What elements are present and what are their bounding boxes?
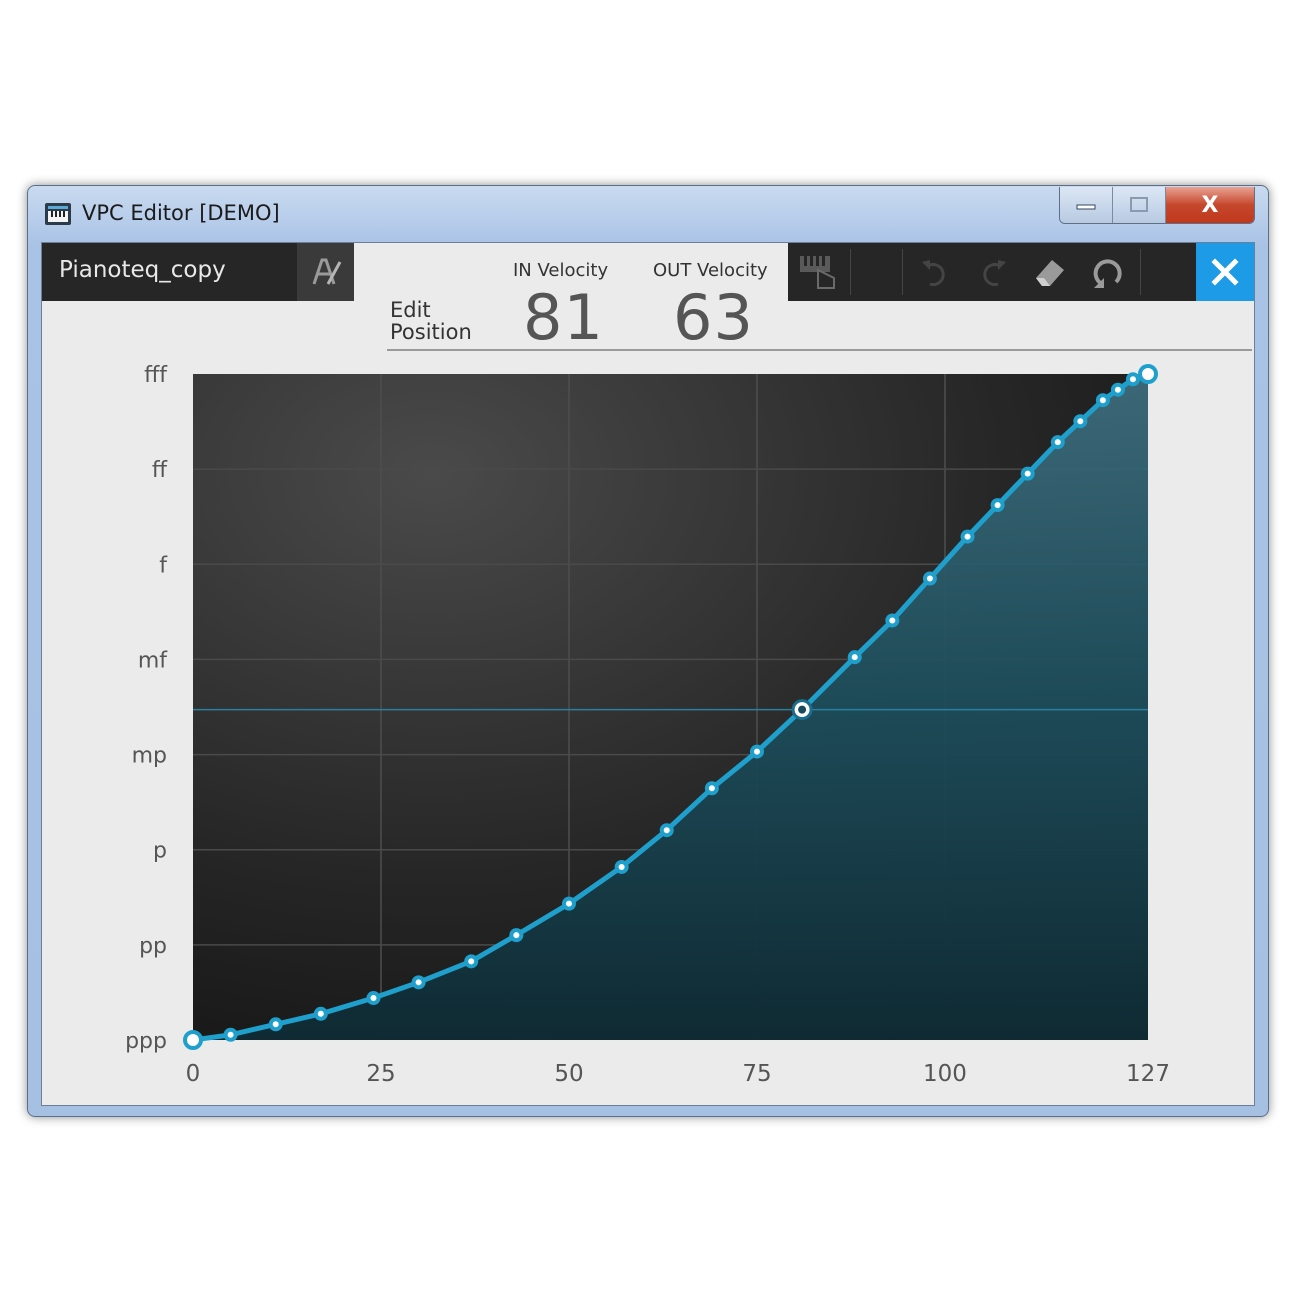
vpc-editor-window: VPC Editor [DEMO] X Pianoteq_copy Edit P…: [27, 185, 1269, 1117]
curve-point-center: [926, 575, 933, 582]
curve-point-center: [415, 979, 422, 986]
curve-point-center: [663, 827, 670, 834]
curve-point-center: [1099, 397, 1106, 404]
y-tick-label: f: [159, 553, 168, 578]
app-icon: [45, 203, 71, 225]
curve-point-center: [468, 958, 475, 965]
curve-point-center: [618, 863, 625, 870]
y-tick-label: fff: [144, 363, 168, 388]
x-tick-label: 50: [554, 1061, 583, 1087]
x-axis-labels: 0 25 50 75 100 127: [186, 1061, 1170, 1087]
curve-point-selected-center: [798, 705, 807, 714]
minimize-button[interactable]: [1060, 187, 1113, 223]
curve-point-center: [370, 995, 377, 1002]
curve-point-center: [565, 900, 572, 907]
curve-point-center: [964, 533, 971, 540]
window-title: VPC Editor [DEMO]: [82, 201, 280, 225]
y-tick-label: ff: [152, 458, 168, 483]
curve-point-center: [753, 748, 760, 755]
curve-point-center: [272, 1021, 279, 1028]
curve-point-center: [227, 1031, 234, 1038]
y-tick-label: ppp: [125, 1029, 167, 1054]
window-controls: X: [1059, 187, 1255, 224]
velocity-curve-chart[interactable]: ppppppmpmfffffff 0 25 50 75 100 127: [42, 243, 1254, 1105]
curve-point-center: [513, 932, 520, 939]
curve-point-center: [1129, 376, 1136, 383]
curve-point-center: [317, 1010, 324, 1017]
x-tick-label: 25: [366, 1061, 395, 1087]
curve-point-center: [1077, 418, 1084, 425]
x-tick-label: 0: [186, 1061, 201, 1087]
editor-client-area: Pianoteq_copy Edit Position IN Velocity …: [41, 242, 1255, 1106]
x-tick-label: 100: [923, 1061, 967, 1087]
y-tick-label: pp: [139, 934, 167, 959]
window-close-button[interactable]: X: [1166, 187, 1254, 223]
curve-point-center: [889, 617, 896, 624]
curve-endpoint[interactable]: [1138, 364, 1158, 384]
y-tick-label: mp: [132, 744, 167, 769]
y-tick-label: mf: [138, 648, 168, 673]
x-tick-label: 75: [742, 1061, 771, 1087]
curve-point-center: [708, 785, 715, 792]
curve-point-center: [851, 654, 858, 661]
window-close-label: X: [1201, 192, 1219, 218]
curve-point-center: [1114, 386, 1121, 393]
title-bar[interactable]: VPC Editor [DEMO] X: [28, 186, 1268, 241]
maximize-button[interactable]: [1113, 187, 1166, 223]
y-tick-label: p: [153, 839, 167, 864]
curve-point-center: [1054, 439, 1061, 446]
curve-point-center: [994, 502, 1001, 509]
x-tick-label: 127: [1126, 1061, 1170, 1087]
y-axis-labels: ppppppmpmfffffff: [125, 363, 168, 1054]
curve-endpoint[interactable]: [183, 1030, 203, 1050]
minimize-icon: [1076, 204, 1096, 210]
curve-point-center: [1024, 470, 1031, 477]
maximize-icon: [1130, 197, 1148, 212]
